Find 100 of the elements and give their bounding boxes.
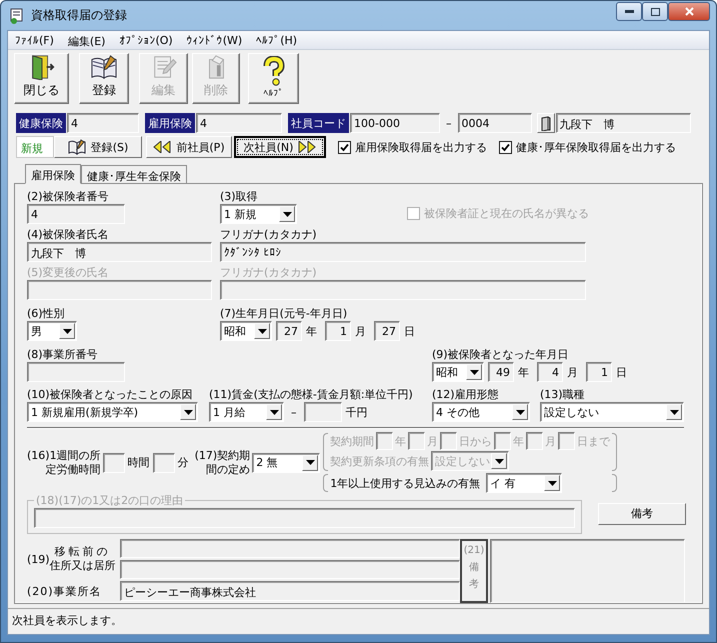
address-field[interactable] [120, 560, 460, 579]
nav-button[interactable]: 登録(S) [54, 136, 142, 158]
insured-date-field[interactable]: 4 [537, 362, 563, 382]
field-label: 社員コード [288, 113, 349, 133]
unit-label: 月 [545, 434, 556, 448]
remarks-button[interactable]: 備考 [598, 502, 686, 524]
insured-kana-field[interactable]: ｸﾀﾞﾝｼﾀ ﾋﾛｼ [220, 242, 586, 262]
remarks-field[interactable] [490, 539, 685, 603]
checkbox-label: 雇用保険取得届を出力する [355, 140, 487, 154]
insured-date-field[interactable]: 49 [488, 362, 514, 382]
checkbox-label: 健康･厚年保険取得届を出力する [516, 140, 676, 154]
era-select[interactable]: 昭和 [220, 321, 272, 341]
caret-icon [470, 370, 478, 374]
double-right-arrow-icon [298, 141, 316, 153]
birth-date-field[interactable]: 1 [325, 321, 351, 341]
field-label: (17)契約期 間の定め [194, 448, 250, 476]
insured-name-field[interactable]: 九段下 博 [27, 242, 212, 262]
field-label: (20)事業所名 [27, 584, 103, 600]
minimize-button[interactable] [616, 2, 642, 21]
employment-type-select[interactable]: 4 その他 [432, 402, 530, 422]
checkbox[interactable] [338, 140, 351, 154]
office-name-field[interactable]: ピーシーエー商事株式会社 [120, 581, 460, 601]
maximize-button[interactable] [642, 2, 668, 21]
mode-label: 新規 [16, 136, 54, 158]
caret-icon [282, 212, 292, 216]
insured-date-field[interactable]: 1 [586, 362, 612, 382]
field-label: 1年以上使用する見込みの有無 [330, 476, 480, 490]
contract-term-select[interactable]: 2 無 [252, 452, 320, 472]
contract-date-field [526, 432, 544, 450]
unit-label: 時間 [128, 455, 150, 470]
unit-label: 年 [518, 364, 529, 380]
wage-amount-field[interactable] [304, 402, 342, 422]
toolbar-button[interactable]: 登録 [79, 53, 129, 104]
unit-label: 月 [355, 324, 366, 338]
field-label: (5)変更後の氏名 [27, 265, 110, 280]
minutes-field[interactable] [152, 452, 175, 472]
contract-date-field [408, 432, 426, 450]
unit-label: 月 [427, 434, 438, 448]
menu-item[interactable]: ｵﾌﾟｼｮﾝ(O) [112, 31, 180, 49]
menu-item[interactable]: ﾌｧｲﾙ(F) [8, 31, 61, 49]
employee-code-field[interactable]: 100-000 [350, 113, 440, 133]
field-label: (2)被保険者番号 [27, 189, 110, 204]
contract-date-field [494, 432, 512, 450]
birth-date-field[interactable]: 27 [374, 321, 400, 341]
sex-select[interactable]: 男 [27, 321, 77, 341]
unit-label: 日 [404, 324, 415, 338]
occupation-select[interactable]: 設定しない [540, 402, 684, 422]
caret-icon [62, 328, 72, 334]
field-label: (7)生年月日(元号-年月日) [220, 306, 348, 321]
caret-icon [306, 460, 315, 465]
caret-icon [258, 328, 266, 334]
nav-button[interactable]: 前社員(P) [146, 136, 232, 158]
tab[interactable]: 健康･厚生年金保険 [81, 165, 187, 183]
checkbox-label: 被保険者証と現在の氏名が異なる [424, 206, 589, 221]
field-label: フリガナ(カタカナ) [220, 265, 318, 280]
long-term-select[interactable]: イ 有 [486, 473, 562, 493]
hours-field[interactable] [102, 452, 125, 472]
menu-item[interactable]: ﾍﾙﾌﾟ(H) [249, 31, 304, 49]
status-text: 次社員を表示します。 [8, 608, 709, 630]
nav-button[interactable]: 次社員(N) [234, 136, 326, 158]
caret-icon [270, 410, 278, 414]
field-label: フリガナ(カタカナ) [220, 227, 318, 242]
toolbar-button[interactable]: 閉じる [14, 53, 69, 104]
close-button[interactable] [668, 2, 710, 21]
field-label: (16)1週間の所 定労働時間 [27, 448, 101, 476]
checkbox[interactable] [499, 140, 512, 154]
menu-item[interactable]: 編集(E) [60, 31, 112, 49]
caret-icon [184, 410, 192, 414]
insured-number-field[interactable]: 4 [27, 204, 125, 224]
tab[interactable]: 雇用保険 [25, 164, 81, 184]
field-label: 雇用保険 [145, 113, 195, 133]
branch-code-field[interactable]: 0004 [458, 113, 532, 133]
checkmark-icon [340, 142, 349, 152]
checkmark-icon [501, 142, 510, 152]
maximize-icon [650, 8, 660, 16]
health-insurance-field[interactable]: 4 [67, 113, 139, 133]
address-field[interactable] [120, 539, 460, 558]
field-label: (12)雇用形態 [432, 387, 500, 402]
window-title: 資格取得届の登録 [31, 7, 128, 24]
field-label: 移転前の 住所又は居所 [50, 545, 116, 573]
unit-label: 年 [306, 324, 317, 338]
unit-label: 年 [395, 434, 406, 448]
acquisition-select[interactable]: 1 新規 [220, 204, 297, 224]
lookup-button[interactable] [536, 113, 554, 133]
unit-label: 千円 [346, 404, 368, 420]
employee-name-field[interactable]: 九段下 博 [556, 113, 690, 133]
menu-item[interactable]: ｳｨﾝﾄﾞｳ(W) [180, 31, 250, 49]
toolbar-button[interactable]: ﾍﾙﾌﾟ [248, 53, 299, 104]
office-number-field[interactable] [27, 362, 125, 382]
employment-insurance-field[interactable]: 4 [196, 113, 282, 133]
birth-date-field[interactable]: 27 [276, 321, 302, 341]
era-select[interactable]: 昭和 [432, 362, 484, 382]
field-label: (19) [27, 552, 50, 566]
field-label: (10)被保険者となったことの原因 [27, 387, 194, 402]
field-label: (11)賃金(支払の態様-賃金月額:単位千円) [209, 387, 414, 402]
cause-select[interactable]: 1 新規雇用(新規学卒) [27, 402, 198, 422]
caret-icon [494, 458, 504, 464]
contract-date-field [440, 432, 458, 450]
field-label: (8)事業所番号 [27, 347, 99, 362]
wage-type-select[interactable]: 1 月給 [209, 402, 284, 422]
